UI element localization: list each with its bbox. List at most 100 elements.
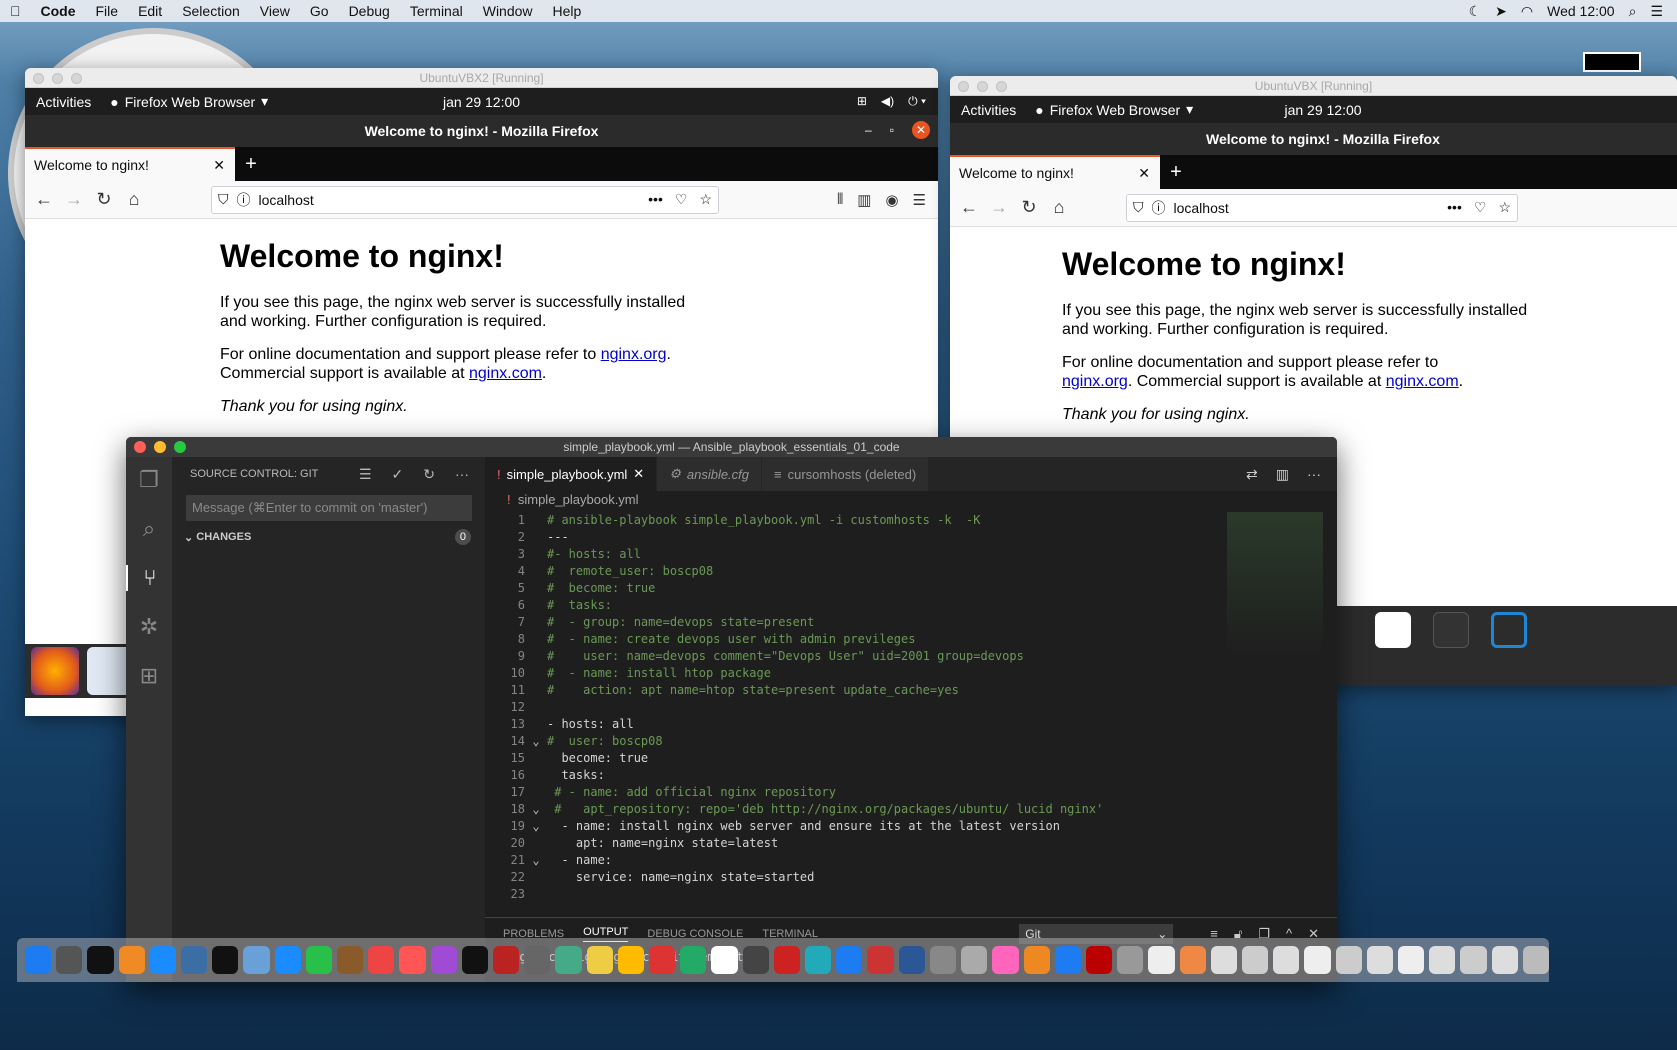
tab-close-icon[interactable]: ✕ (213, 157, 225, 174)
dock-app-icon[interactable] (118, 946, 145, 974)
dock-app-icon[interactable] (25, 946, 52, 974)
vm-title-bar[interactable]: UbuntuVBX [Running] (950, 76, 1677, 96)
zoom-dot-icon[interactable] (71, 73, 82, 84)
dock-app-icon[interactable] (649, 946, 676, 974)
menu-go[interactable]: Go (300, 3, 339, 19)
new-tab-icon[interactable]: + (1160, 161, 1192, 184)
dock-app-icon[interactable] (56, 946, 83, 974)
power-icon[interactable]: ⏻ ▾ (908, 94, 926, 109)
code-line[interactable]: 2 --- (485, 529, 1225, 546)
tab-simple-playbook[interactable]: ! simple_playbook.yml ✕ (485, 457, 658, 491)
tab-ansible-cfg[interactable]: ⚙ ansible.cfg (657, 457, 763, 491)
code-line[interactable]: 10 # - name: install htop package (485, 665, 1225, 682)
menu-view[interactable]: View (250, 3, 300, 19)
more-icon[interactable]: ··· (1307, 466, 1321, 483)
pocket-icon[interactable]: ♡ (675, 191, 688, 208)
volume-icon[interactable]: ◀) (881, 94, 894, 109)
code-editor[interactable]: 1 # ansible-playbook simple_playbook.yml … (485, 512, 1225, 903)
bookmark-star-icon[interactable]: ☆ (699, 191, 712, 208)
dock-app-icon[interactable] (711, 946, 738, 974)
minimize-dot-icon[interactable] (154, 441, 166, 453)
dock-app-icon[interactable] (493, 946, 520, 974)
close-icon[interactable]: ✕ (912, 121, 930, 139)
send-icon[interactable]: ➤ (1495, 3, 1507, 20)
debug-icon[interactable]: ✲ (136, 614, 162, 640)
menu-terminal[interactable]: Terminal (400, 3, 473, 19)
more-icon[interactable]: ··· (455, 466, 469, 483)
code-line[interactable]: 15 become: true (485, 750, 1225, 767)
code-line[interactable]: 17 # - name: add official nginx reposito… (485, 784, 1225, 801)
dock-app-icon[interactable] (1397, 946, 1425, 974)
app-menu[interactable]: ● Firefox Web Browser ▾ (1027, 101, 1201, 118)
dock-app-icon[interactable] (368, 946, 395, 974)
dock-app-icon[interactable] (274, 946, 301, 974)
fold-chevron-icon[interactable]: ⌄ (525, 733, 547, 750)
dock-app-icon[interactable] (836, 946, 863, 974)
code-line[interactable]: 16 tasks: (485, 767, 1225, 784)
dock-app-icon[interactable] (1304, 946, 1331, 974)
dock-app-icon[interactable] (181, 946, 208, 974)
reload-icon[interactable]: ↻ (1014, 197, 1044, 218)
changes-section[interactable]: ⌄ CHANGES 0 (172, 521, 485, 545)
dock-app-icon[interactable] (524, 946, 551, 974)
source-control-icon[interactable]: ⑂ (126, 565, 172, 591)
bookmark-star-icon[interactable]: ☆ (1498, 199, 1511, 216)
pocket-icon[interactable]: ♡ (1474, 199, 1487, 216)
spotlight-search-icon[interactable]: ⌕ (1629, 3, 1637, 20)
info-icon[interactable]: ⓘ (237, 190, 251, 210)
menu-selection[interactable]: Selection (172, 3, 250, 19)
dock-app-icon[interactable] (337, 946, 364, 974)
dock-app-icon[interactable] (555, 946, 582, 974)
vscode-icon[interactable] (1491, 612, 1527, 648)
dock-app-icon[interactable] (149, 946, 177, 974)
dock-app-icon[interactable] (1117, 946, 1144, 974)
shield-icon[interactable]: ⛉ (218, 191, 229, 208)
gnome-clock[interactable]: jan 29 12:00 (443, 94, 520, 110)
gnome-clock[interactable]: jan 29 12:00 (1284, 102, 1361, 118)
extensions-icon[interactable]: ⊞ (136, 663, 162, 689)
back-arrow-icon[interactable]: ← (29, 189, 59, 210)
dock-app-icon[interactable] (1335, 946, 1362, 974)
shield-icon[interactable]: ⛉ (1133, 199, 1144, 216)
commit-check-icon[interactable]: ✓ (392, 466, 404, 483)
close-dot-icon[interactable] (33, 73, 44, 84)
code-line[interactable]: 23 (485, 886, 1225, 903)
code-line[interactable]: 11 # action: apt name=htop state=present … (485, 682, 1225, 699)
dock-app-icon[interactable] (586, 946, 613, 974)
nginx-com-link[interactable]: nginx.com (469, 365, 542, 382)
menu-app-name[interactable]: Code (31, 3, 86, 19)
home-icon[interactable]: ⌂ (119, 189, 149, 210)
menu-hamburger-icon[interactable]: ☰ (913, 191, 926, 209)
dock-app-icon[interactable] (1429, 946, 1456, 974)
minimize-icon[interactable]: – (865, 123, 872, 137)
dock-app-icon[interactable] (680, 946, 707, 974)
menu-file[interactable]: File (86, 3, 129, 19)
do-not-disturb-icon[interactable]: ☾ (1469, 3, 1482, 20)
close-dot-icon[interactable] (134, 441, 146, 453)
search-icon[interactable]: ⌕ (136, 516, 162, 542)
reload-icon[interactable]: ↻ (89, 189, 119, 210)
explorer-icon[interactable]: ❐ (136, 467, 162, 493)
code-line[interactable]: 22 service: name=nginx state=started (485, 869, 1225, 886)
dock-app-icon[interactable] (212, 946, 239, 974)
code-line[interactable]: 21 ⌄ - name: (485, 852, 1225, 869)
menu-window[interactable]: Window (473, 3, 543, 19)
dock-app-icon[interactable] (929, 946, 957, 974)
dock-app-icon[interactable] (1085, 946, 1113, 974)
fold-chevron-icon[interactable]: ⌄ (525, 852, 547, 869)
code-line[interactable]: 12 (485, 699, 1225, 716)
activities-button[interactable]: Activities (950, 102, 1027, 118)
info-icon[interactable]: ⓘ (1152, 198, 1166, 218)
dock-app-icon[interactable] (1366, 946, 1393, 974)
maximize-icon[interactable]: ▫ (890, 123, 894, 137)
forward-arrow-icon[interactable]: → (59, 189, 89, 210)
dock-app-icon[interactable] (1148, 946, 1175, 974)
tab-close-icon[interactable]: ✕ (1138, 165, 1150, 182)
control-center-icon[interactable]: ☰ (1650, 3, 1663, 20)
code-line[interactable]: 9 # user: name=devops comment="Devops Use… (485, 648, 1225, 665)
menu-debug[interactable]: Debug (339, 3, 400, 19)
dock-app-icon[interactable] (805, 946, 832, 974)
more-icon[interactable]: ••• (648, 191, 663, 208)
account-icon[interactable]: ◉ (885, 191, 898, 209)
code-line[interactable]: 6 # tasks: (485, 597, 1225, 614)
